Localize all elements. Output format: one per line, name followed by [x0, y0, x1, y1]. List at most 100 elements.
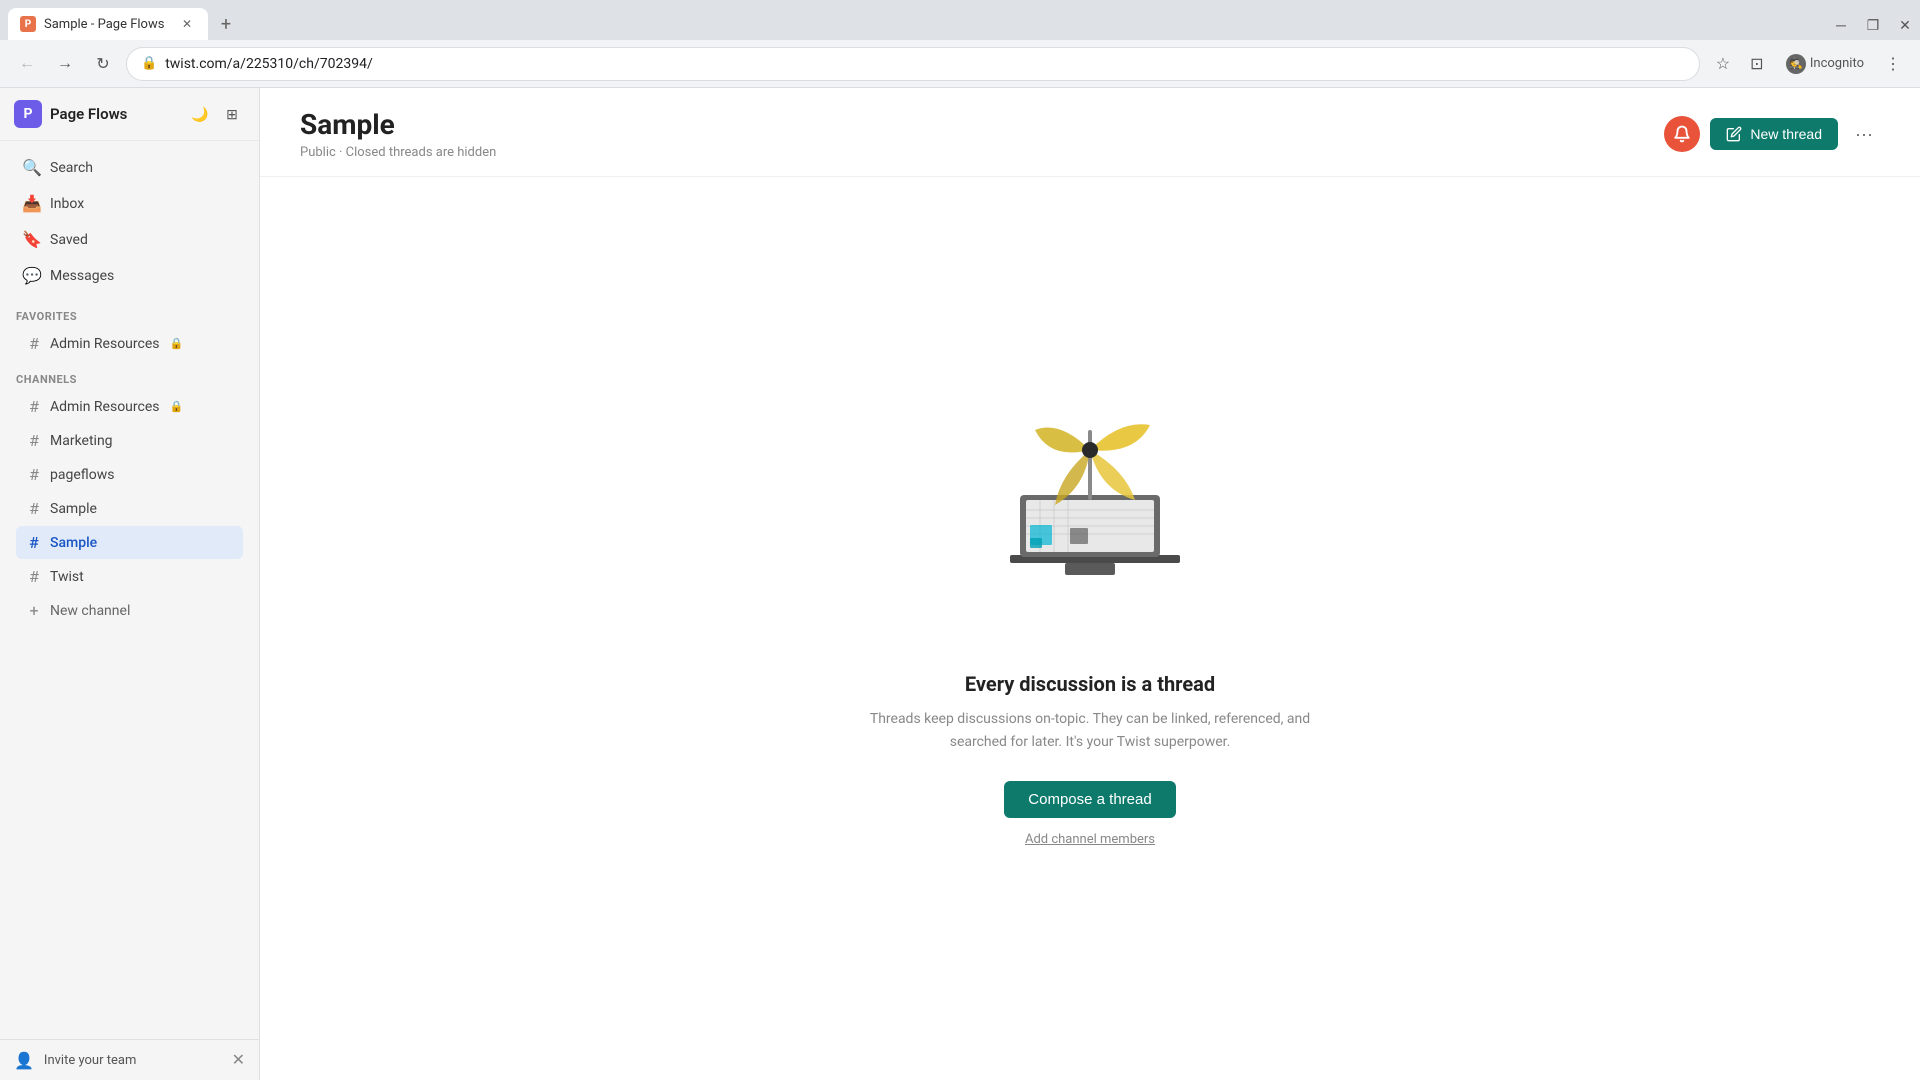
- sidebar-header: P Page Flows 🌙 ⊞: [0, 88, 259, 141]
- tab-favicon: P: [20, 16, 36, 32]
- chrome-menu-button[interactable]: ⋮: [1878, 49, 1908, 79]
- sidebar-item-search[interactable]: 🔍 Search: [6, 150, 253, 185]
- user-icon: 👤: [14, 1051, 34, 1070]
- nav-bar: ← → ↻ 🔒 twist.com/a/225310/ch/702394/ ☆ …: [0, 40, 1920, 88]
- sidebar-nav-label: Inbox: [50, 196, 84, 212]
- search-icon: 🔍: [22, 158, 40, 177]
- invite-team-section[interactable]: 👤 Invite your team ✕: [0, 1039, 259, 1080]
- back-button[interactable]: ←: [12, 49, 42, 79]
- minimize-button[interactable]: ─: [1826, 10, 1856, 40]
- restore-button[interactable]: ❐: [1858, 10, 1888, 40]
- sidebar-nav-label: Saved: [50, 232, 88, 248]
- channels-title: Channels: [16, 373, 243, 386]
- lock-icon: 🔒: [141, 56, 157, 71]
- new-tab-button[interactable]: +: [212, 10, 240, 38]
- invite-close-button[interactable]: ✕: [232, 1050, 245, 1070]
- lock-icon: 🔒: [169, 400, 183, 413]
- new-thread-button[interactable]: New thread: [1710, 118, 1838, 150]
- dark-mode-button[interactable]: 🌙: [187, 101, 213, 127]
- sidebar-item-sample-2[interactable]: # Sample: [16, 526, 243, 559]
- main-content: Sample Public · Closed threads are hidde…: [260, 88, 1920, 1080]
- hash-icon: #: [26, 431, 42, 450]
- favorites-section: Favorites # Admin Resources 🔒: [0, 302, 259, 365]
- channel-label: Twist: [50, 569, 84, 585]
- new-thread-label: New thread: [1750, 126, 1822, 142]
- sidebar-item-sample-1[interactable]: # Sample: [16, 492, 243, 525]
- ellipsis-icon: ···: [1855, 124, 1873, 145]
- favorites-title: Favorites: [16, 310, 243, 323]
- tab-title: Sample - Page Flows: [44, 17, 170, 32]
- hash-icon: #: [26, 533, 42, 552]
- hash-icon: #: [26, 465, 42, 484]
- bell-icon: [1673, 125, 1691, 143]
- sidebar-item-twist[interactable]: # Twist: [16, 560, 243, 593]
- workspace-avatar: P: [14, 100, 42, 128]
- sidebar-item-marketing[interactable]: # Marketing: [16, 424, 243, 457]
- hash-icon: #: [26, 334, 42, 353]
- channels-section: Channels # Admin Resources 🔒 # Marketing…: [0, 365, 259, 632]
- channel-title: Sample: [300, 108, 1648, 141]
- nav-right-buttons: ☆ ⊡ 🕵 Incognito ⋮: [1708, 49, 1908, 79]
- channel-header: Sample Public · Closed threads are hidde…: [260, 88, 1920, 177]
- address-bar[interactable]: 🔒 twist.com/a/225310/ch/702394/: [126, 47, 1700, 81]
- channel-label: Sample: [50, 501, 97, 517]
- browser-chrome: P Sample - Page Flows ✕ + ─ ❐ ✕ ← → ↻ 🔒 …: [0, 0, 1920, 88]
- close-window-button[interactable]: ✕: [1890, 10, 1920, 40]
- channel-label: Marketing: [50, 433, 113, 449]
- messages-icon: 💬: [22, 266, 40, 285]
- channel-label: Admin Resources: [50, 399, 159, 415]
- forward-button[interactable]: →: [50, 49, 80, 79]
- window-controls: ─ ❐ ✕: [1826, 10, 1920, 40]
- tab-bar: P Sample - Page Flows ✕ + ─ ❐ ✕: [0, 0, 1920, 40]
- edit-icon: [1726, 126, 1742, 142]
- incognito-icon: 🕵: [1786, 54, 1806, 74]
- saved-icon: 🔖: [22, 230, 40, 249]
- refresh-button[interactable]: ↻: [88, 49, 118, 79]
- sidebar-item-pageflows[interactable]: # pageflows: [16, 458, 243, 491]
- new-channel-label: New channel: [50, 603, 130, 619]
- pinwheel-illustration: [980, 410, 1200, 640]
- empty-state-description: Threads keep discussions on-topic. They …: [840, 708, 1340, 753]
- add-channel-members-link[interactable]: Add channel members: [1025, 832, 1155, 847]
- app-container: P Page Flows 🌙 ⊞ 🔍 Search 📥 Inbox 🔖 Save…: [0, 88, 1920, 1080]
- channel-title-area: Sample Public · Closed threads are hidde…: [300, 108, 1648, 160]
- sidebar-item-admin-resources-fav[interactable]: # Admin Resources 🔒: [16, 327, 243, 360]
- sidebar-header-icons: 🌙 ⊞: [187, 101, 245, 127]
- layout-button[interactable]: ⊞: [219, 101, 245, 127]
- new-channel-button[interactable]: + New channel: [16, 594, 243, 627]
- sidebar-nav-label: Messages: [50, 268, 114, 284]
- channel-header-actions: New thread ···: [1664, 116, 1880, 152]
- invite-team-label: Invite your team: [44, 1053, 222, 1068]
- incognito-label: Incognito: [1810, 56, 1864, 71]
- hash-icon: #: [26, 499, 42, 518]
- sidebar-item-messages[interactable]: 💬 Messages: [6, 258, 253, 293]
- compose-thread-button[interactable]: Compose a thread: [1004, 781, 1175, 818]
- sidebar-item-saved[interactable]: 🔖 Saved: [6, 222, 253, 257]
- hash-icon: #: [26, 397, 42, 416]
- workspace-name: Page Flows: [50, 105, 179, 123]
- incognito-badge[interactable]: 🕵 Incognito: [1776, 50, 1874, 78]
- channel-label: Admin Resources: [50, 336, 159, 352]
- plus-icon: +: [26, 601, 42, 620]
- tab-close-button[interactable]: ✕: [178, 15, 196, 33]
- more-options-button[interactable]: ···: [1848, 118, 1880, 150]
- lock-icon: 🔒: [169, 337, 183, 350]
- sidebar: P Page Flows 🌙 ⊞ 🔍 Search 📥 Inbox 🔖 Save…: [0, 88, 260, 1080]
- empty-state: Every discussion is a thread Threads kee…: [840, 410, 1340, 847]
- hash-icon: #: [26, 567, 42, 586]
- inbox-icon: 📥: [22, 194, 40, 213]
- bookmark-button[interactable]: ☆: [1708, 49, 1738, 79]
- channel-label: Sample: [50, 535, 97, 551]
- sidebar-nav: 🔍 Search 📥 Inbox 🔖 Saved 💬 Messages: [0, 141, 259, 302]
- channel-label: pageflows: [50, 467, 114, 483]
- cast-button[interactable]: ⊡: [1742, 49, 1772, 79]
- active-tab[interactable]: P Sample - Page Flows ✕: [8, 8, 208, 40]
- url-text: twist.com/a/225310/ch/702394/: [165, 56, 1685, 72]
- notification-button[interactable]: [1664, 116, 1700, 152]
- sidebar-item-inbox[interactable]: 📥 Inbox: [6, 186, 253, 221]
- empty-state-title: Every discussion is a thread: [965, 672, 1215, 696]
- channel-subtitle: Public · Closed threads are hidden: [300, 145, 1648, 160]
- sidebar-nav-label: Search: [50, 160, 93, 176]
- sidebar-item-admin-resources[interactable]: # Admin Resources 🔒: [16, 390, 243, 423]
- channel-body: Every discussion is a thread Threads kee…: [260, 177, 1920, 1080]
